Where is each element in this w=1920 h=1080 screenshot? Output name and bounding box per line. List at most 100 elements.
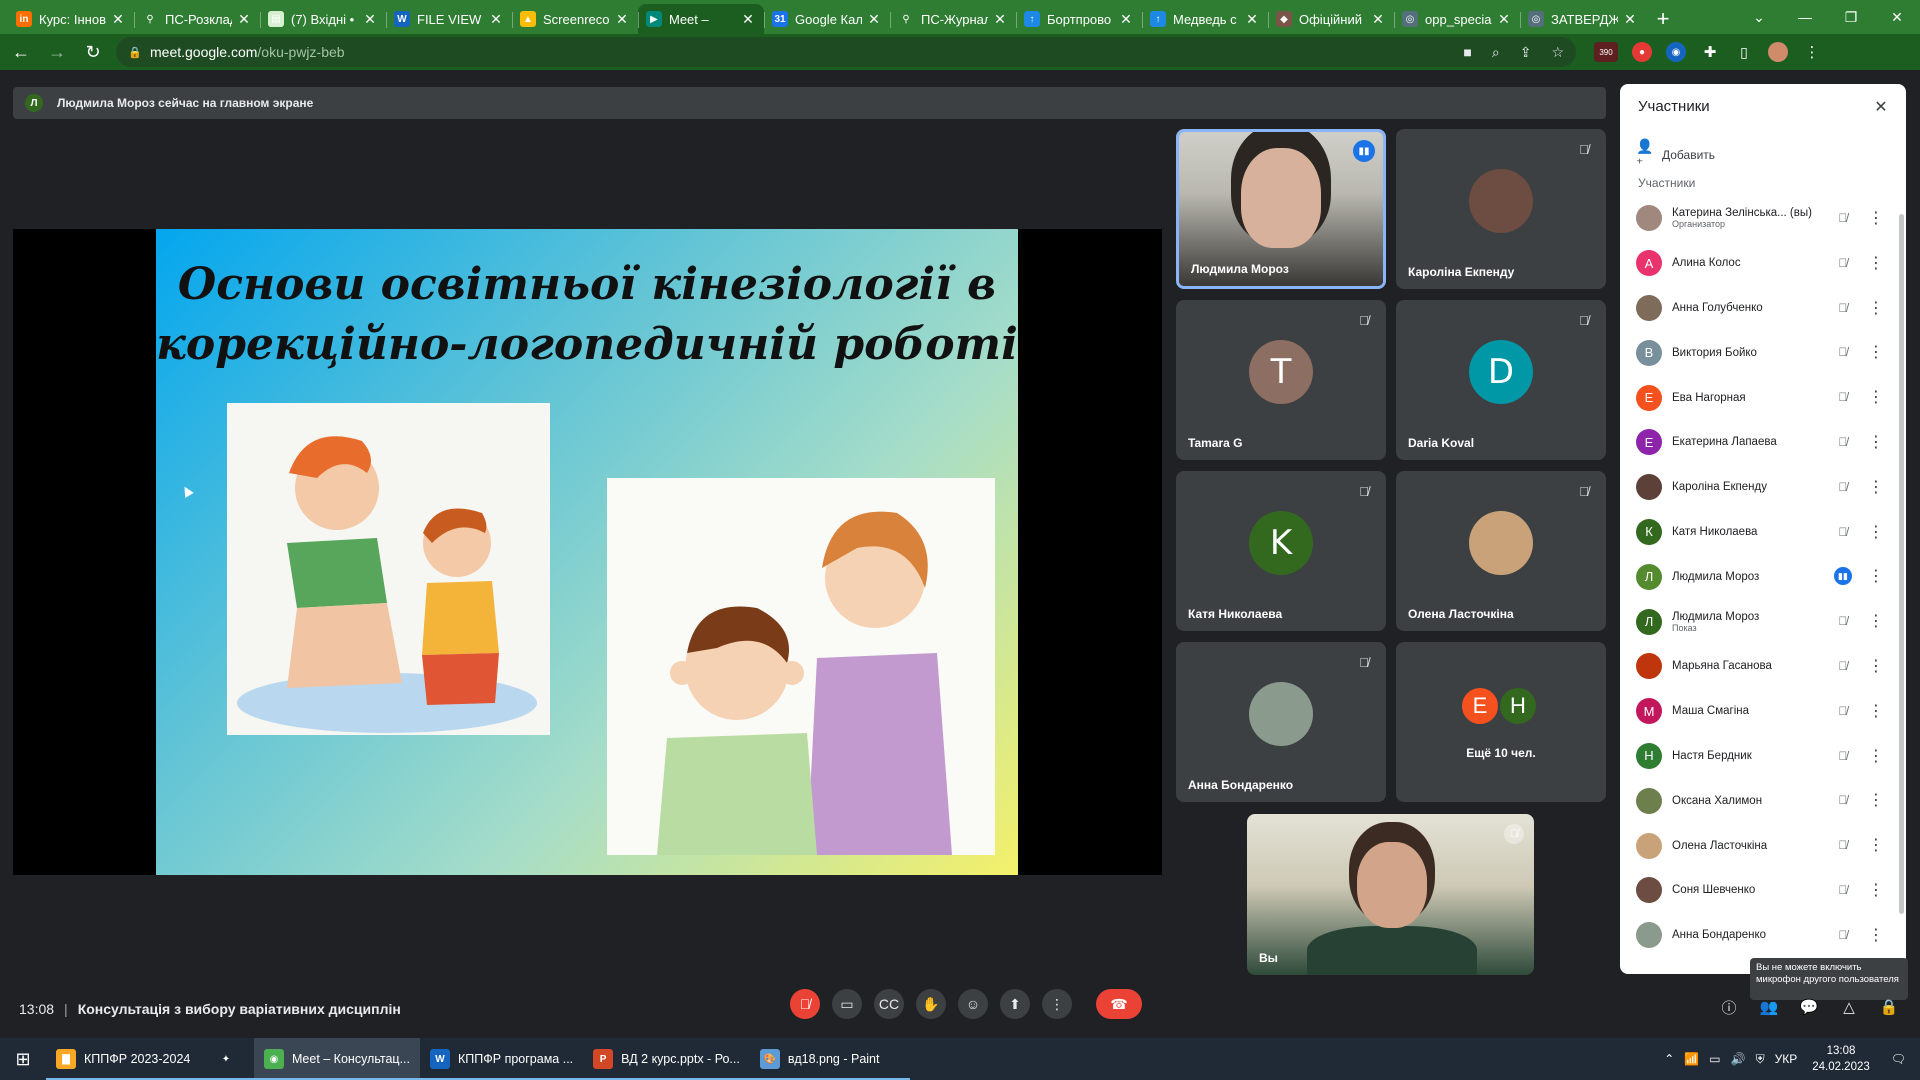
mic-off-icon[interactable]: 🎙̸ [1834, 836, 1852, 854]
address-bar[interactable]: 🔒 meet.google.com/oku-pwjz-beb ■ ⌕ ⇪ ☆ [116, 37, 1576, 67]
participant-row[interactable]: Катерина Зелінська... (вы) Организатор 🎙̸ ⋮ [1620, 196, 1906, 241]
mic-off-icon[interactable]: 🎙̸ [1834, 657, 1852, 675]
taskbar-app[interactable]: ✦ [206, 1038, 254, 1080]
participant-row[interactable]: Л Людмила Мороз ▮▮ ⋮ [1620, 554, 1906, 599]
browser-tab[interactable]: ◆ Офіційний ✕ [1268, 4, 1394, 34]
extension-badge-icon[interactable]: 390 [1594, 42, 1618, 62]
mic-off-icon[interactable]: 🎙̸ [1834, 209, 1852, 227]
self-view-tile[interactable]: 🎙̸ Вы [1247, 814, 1534, 975]
browser-tab[interactable]: W FILE VIEW ✕ [386, 4, 512, 34]
taskbar-app[interactable]: P ВД 2 курс.pptx - Ро... [583, 1038, 750, 1080]
taskbar-app[interactable]: ◉ Meet – Консультац... [254, 1038, 420, 1080]
present-button[interactable]: ⬆ [1000, 989, 1030, 1019]
tile-participant-6[interactable]: 🎙̸ Олена Ласточкіна [1396, 471, 1606, 631]
share-icon[interactable]: ⇪ [1520, 44, 1532, 61]
tab-search-icon[interactable]: ⌄ [1736, 0, 1782, 34]
browser-tab[interactable]: 31 Google Кал ✕ [764, 4, 890, 34]
restore-button[interactable]: ❐ [1828, 0, 1874, 34]
browser-tab[interactable]: ▤ (7) Вхідні • ✕ [260, 4, 386, 34]
more-options-icon[interactable]: ⋮ [1868, 208, 1884, 228]
mic-toggle-button[interactable]: 🎙̸ [790, 989, 820, 1019]
new-tab-button[interactable]: + [1646, 4, 1680, 34]
taskbar-app[interactable]: 🎨 вд18.png - Paint [749, 1038, 910, 1080]
forward-button[interactable]: → [42, 37, 72, 67]
more-options-icon[interactable]: ⋮ [1868, 880, 1884, 900]
volume-icon[interactable]: 🔊 [1731, 1052, 1746, 1066]
notifications-icon[interactable]: 🗨 [1891, 1052, 1906, 1066]
extensions-puzzle-icon[interactable]: ✚ [1700, 42, 1720, 62]
network-icon[interactable]: 📶 [1684, 1052, 1699, 1066]
close-tab-icon[interactable]: ✕ [1370, 11, 1386, 28]
taskbar-app[interactable]: W КППФР програма ... [420, 1038, 584, 1080]
more-options-icon[interactable]: ⋮ [1868, 701, 1884, 721]
activities-icon[interactable]: △ [1838, 996, 1860, 1018]
more-options-button[interactable]: ⋮ [1042, 989, 1072, 1019]
close-tab-icon[interactable]: ✕ [362, 11, 378, 28]
tile-participant-5[interactable]: 🎙̸ K Катя Николаева [1176, 471, 1386, 631]
close-tab-icon[interactable]: ✕ [110, 11, 126, 28]
more-options-icon[interactable]: ⋮ [1868, 611, 1884, 631]
more-options-icon[interactable]: ⋮ [1868, 746, 1884, 766]
more-options-icon[interactable]: ⋮ [1868, 835, 1884, 855]
raise-hand-button[interactable]: ✋ [916, 989, 946, 1019]
windows-start-icon[interactable]: ⊞ [0, 1038, 46, 1080]
tile-participant-2[interactable]: 🎙̸ Кароліна Екпенду [1396, 129, 1606, 289]
close-tab-icon[interactable]: ✕ [1496, 11, 1512, 28]
browser-tab[interactable]: ◎ ЗАТВЕРДЖ ✕ [1520, 4, 1646, 34]
add-people-button[interactable]: 👤⁺ Добавить [1636, 138, 1715, 172]
browser-tab[interactable]: ⚲ ПС-Журнал ✕ [890, 4, 1016, 34]
camera-toggle-button[interactable]: ▭ [832, 989, 862, 1019]
host-controls-icon[interactable]: 🔒 [1878, 996, 1900, 1018]
taskbar-app[interactable]: ▇ КППФР 2023-2024 [46, 1038, 206, 1080]
more-options-icon[interactable]: ⋮ [1868, 342, 1884, 362]
participant-row[interactable]: A Алина Колос 🎙̸ ⋮ [1620, 241, 1906, 286]
captions-button[interactable]: CC [874, 989, 904, 1019]
close-tab-icon[interactable]: ✕ [236, 11, 252, 28]
clock[interactable]: 13:08 24.02.2023 [1812, 1043, 1870, 1075]
tray-chevron-icon[interactable]: ⌃ [1664, 1052, 1674, 1066]
participant-row[interactable]: Л Людмила Мороз Показ 🎙̸ ⋮ [1620, 599, 1906, 644]
more-options-icon[interactable]: ⋮ [1868, 298, 1884, 318]
participant-row[interactable]: Соня Шевченко 🎙̸ ⋮ [1620, 868, 1906, 913]
more-options-icon[interactable]: ⋮ [1868, 477, 1884, 497]
people-icon[interactable]: 👥 [1758, 996, 1780, 1018]
participant-row[interactable]: Кароліна Екпенду 🎙̸ ⋮ [1620, 465, 1906, 510]
chat-icon[interactable]: 💬 [1798, 996, 1820, 1018]
more-options-icon[interactable]: ⋮ [1868, 387, 1884, 407]
back-button[interactable]: ← [6, 37, 36, 67]
mic-off-icon[interactable]: 🎙̸ [1834, 478, 1852, 496]
reload-button[interactable]: ↻ [78, 37, 108, 67]
more-options-icon[interactable]: ⋮ [1868, 253, 1884, 273]
extension-red-icon[interactable]: ● [1632, 42, 1652, 62]
browser-tab[interactable]: ◎ opp_specia ✕ [1394, 4, 1520, 34]
language-indicator[interactable]: УКР [1775, 1052, 1798, 1066]
browser-tab[interactable]: ↑ Бортпрово ✕ [1016, 4, 1142, 34]
mic-off-icon[interactable]: 🎙̸ [1834, 747, 1852, 765]
more-options-icon[interactable]: ⋮ [1868, 790, 1884, 810]
camera-in-use-icon[interactable]: ■ [1463, 44, 1471, 61]
mic-off-icon[interactable]: 🎙̸ [1834, 388, 1852, 406]
tile-participant-7[interactable]: 🎙̸ Анна Бондаренко [1176, 642, 1386, 802]
close-tab-icon[interactable]: ✕ [614, 11, 630, 28]
close-tab-icon[interactable]: ✕ [1244, 11, 1260, 28]
browser-tab[interactable]: ⚲ ПС-Розклад ✕ [134, 4, 260, 34]
meeting-details-icon[interactable]: ⓘ [1718, 996, 1740, 1018]
close-tab-icon[interactable]: ✕ [866, 11, 882, 28]
close-tab-icon[interactable]: ✕ [1622, 11, 1638, 28]
more-options-icon[interactable]: ⋮ [1868, 432, 1884, 452]
participant-row[interactable]: М Маша Смагіна 🎙̸ ⋮ [1620, 689, 1906, 734]
extension-globe-icon[interactable]: ◉ [1666, 42, 1686, 62]
panel-scrollbar[interactable] [1899, 214, 1904, 914]
browser-tab[interactable]: ▲ Screenreco ✕ [512, 4, 638, 34]
tile-participant-1[interactable]: ▮▮ Людмила Мороз [1176, 129, 1386, 289]
mic-off-icon[interactable]: 🎙̸ [1834, 343, 1852, 361]
mic-off-icon[interactable]: 🎙̸ [1834, 702, 1852, 720]
close-panel-icon[interactable]: ✕ [1870, 96, 1892, 118]
participant-row[interactable]: Олена Ласточкіна 🎙̸ ⋮ [1620, 823, 1906, 868]
mic-off-icon[interactable]: 🎙̸ [1834, 926, 1852, 944]
tile-more-participants[interactable]: E H Ещё 10 чел. [1396, 642, 1606, 802]
close-tab-icon[interactable]: ✕ [740, 11, 756, 28]
bookmark-star-icon[interactable]: ☆ [1551, 44, 1564, 61]
participant-row[interactable]: Оксана Халимон 🎙̸ ⋮ [1620, 778, 1906, 823]
zoom-icon[interactable]: ⌕ [1492, 44, 1500, 61]
